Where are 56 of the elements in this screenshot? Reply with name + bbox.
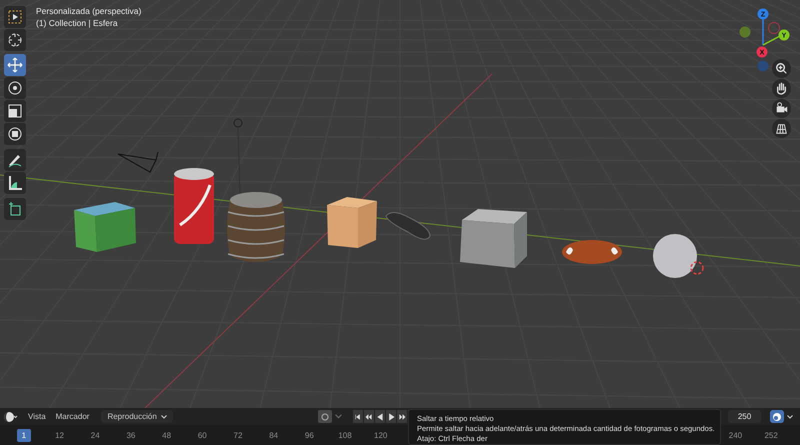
play-icon	[386, 412, 395, 420]
textured-cube-drawing	[74, 202, 136, 252]
overlay-icon	[772, 412, 782, 422]
previous-keyframe-icon	[364, 412, 373, 420]
add-cube-tool-button[interactable]	[4, 198, 26, 220]
frame-number[interactable]: 24	[90, 428, 100, 442]
record-button[interactable]	[318, 410, 332, 423]
frame-number[interactable]: 96	[304, 428, 314, 442]
frame-number[interactable]: 1	[16, 428, 32, 442]
move-arrows-icon	[5, 55, 25, 75]
overlay-button[interactable]	[770, 410, 784, 423]
cursor-tool-button[interactable]	[4, 29, 26, 51]
jump-start-button[interactable]	[352, 410, 363, 423]
scale-tool-button[interactable]	[4, 100, 26, 122]
sphere-drawing	[653, 234, 697, 278]
play-reverse-icon	[376, 412, 384, 420]
frame-number[interactable]: 84	[269, 428, 278, 442]
frame-number[interactable]: 108	[338, 428, 352, 442]
transform-tool-button[interactable]	[4, 123, 26, 145]
next-keyframe-button[interactable]	[396, 410, 407, 423]
frame-number[interactable]: 48	[162, 428, 172, 442]
frame-number[interactable]: 252	[764, 428, 778, 442]
frame-end-field[interactable]: 250	[728, 410, 761, 423]
frame-number[interactable]: 72	[234, 428, 242, 442]
tire-drawing	[386, 212, 430, 240]
chevron-icon	[160, 414, 167, 418]
barrel-drawing	[227, 192, 285, 262]
chevron-icon	[787, 414, 793, 418]
chevron-icon	[334, 414, 342, 419]
play-reverse-button[interactable]	[374, 410, 385, 423]
frame-number[interactable]: 36	[126, 428, 136, 442]
frame-number[interactable]: 60	[198, 428, 207, 442]
camera-drawing	[118, 152, 158, 172]
select-tool-button[interactable]	[4, 6, 26, 28]
cursor-marker-icon	[690, 261, 704, 275]
metal-box-drawing	[460, 209, 527, 268]
football-drawing	[562, 240, 622, 264]
next-keyframe-icon	[398, 412, 406, 420]
previous-keyframe-button[interactable]	[364, 410, 374, 423]
measure-tool-button[interactable]	[4, 172, 26, 194]
jump-start-icon	[354, 412, 362, 420]
record-icon	[320, 412, 329, 420]
frame-number[interactable]: 12	[55, 428, 64, 442]
menu-item[interactable]: Marcador	[56, 410, 90, 422]
move-tool-button[interactable]	[4, 54, 26, 76]
play-button[interactable]	[386, 410, 396, 423]
wooden-box-drawing	[327, 197, 377, 248]
playback-dropdown[interactable]: Reproducción	[101, 410, 173, 423]
collection-label: (1) Collection | Esfera	[36, 17, 119, 29]
rotate-tool-button[interactable]	[4, 77, 26, 99]
annotate-tool-button[interactable]	[4, 149, 26, 171]
menu-item[interactable]: Vista	[28, 410, 46, 422]
view-name: Personalizada (perspectiva)	[36, 5, 142, 17]
frame-number[interactable]: 240	[728, 428, 742, 442]
frame-number[interactable]: 120	[374, 428, 388, 442]
negative-axis-icon[interactable]	[768, 22, 780, 34]
